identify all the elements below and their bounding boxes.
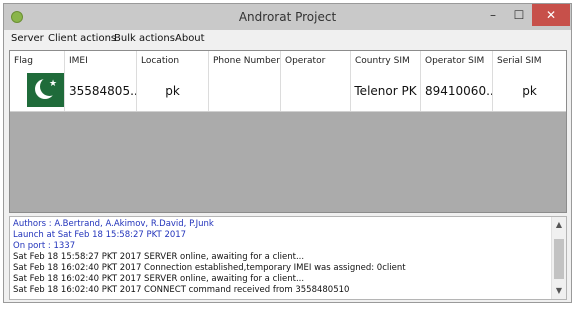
column-header-serial-sim[interactable]: Serial SIM (493, 51, 566, 71)
menu-bar: Server Client actions Bulk actions About (4, 30, 571, 48)
log-line: Sat Feb 18 16:02:40 PKT 2017 Connection … (13, 263, 406, 273)
scroll-thumb[interactable] (554, 239, 564, 279)
log-console[interactable]: Authors : A.Bertrand, A.Akimov, R.David,… (9, 216, 567, 300)
column-header-location[interactable]: Location (137, 51, 209, 71)
serial-sim-cell: pk (522, 84, 537, 98)
log-line: Authors : A.Bertrand, A.Akimov, R.David,… (13, 219, 214, 229)
column-header-country-sim[interactable]: Country SIM (351, 51, 421, 71)
log-line: Launch at Sat Feb 18 15:58:27 PKT 2017 (13, 230, 187, 240)
column-header-operator-sim[interactable]: Operator SIM (421, 51, 493, 71)
location-cell: pk (137, 71, 209, 111)
pakistan-flag-icon: ★ (16, 73, 64, 107)
operator-sim-cell: 89410060... (421, 71, 493, 111)
scroll-up-arrow-icon[interactable]: ▲ (552, 219, 566, 231)
imei-cell: 35584805... (65, 71, 137, 111)
clients-table[interactable]: Flag IMEI Location Phone Number Operator… (9, 50, 567, 213)
title-bar[interactable]: Androrat Project – ☐ ✕ (4, 4, 571, 30)
log-line: Sat Feb 18 16:02:40 PKT 2017 SERVER onli… (13, 274, 305, 284)
menu-bulk-actions[interactable]: Bulk actions (114, 33, 175, 44)
app-window: Androrat Project – ☐ ✕ Server Client act… (3, 3, 572, 303)
flag-cell: ★ (10, 71, 65, 111)
column-header-imei[interactable]: IMEI (65, 51, 137, 71)
column-header-operator[interactable]: Operator (281, 51, 351, 71)
table-row[interactable]: ★ 35584805... pk Telenor PK 89410060... … (10, 71, 566, 112)
menu-server[interactable]: Server (11, 33, 44, 44)
minimize-button[interactable]: – (480, 4, 506, 26)
log-line: On port : 1337 (13, 241, 76, 251)
log-scrollbar[interactable]: ▲ ▼ (551, 217, 566, 299)
close-button[interactable]: ✕ (532, 4, 570, 26)
maximize-button[interactable]: ☐ (506, 4, 532, 26)
log-line: Sat Feb 18 15:58:27 PKT 2017 SERVER onli… (13, 252, 305, 262)
country-sim-cell: Telenor PK (351, 71, 421, 111)
phone-number-cell (209, 71, 281, 111)
table-header: Flag IMEI Location Phone Number Operator… (10, 51, 566, 72)
menu-client-actions[interactable]: Client actions (48, 33, 116, 44)
column-header-flag[interactable]: Flag (10, 51, 65, 71)
scroll-down-arrow-icon[interactable]: ▼ (552, 285, 566, 297)
column-header-phone-number[interactable]: Phone Number (209, 51, 281, 71)
log-line: Sat Feb 18 16:02:40 PKT 2017 CONNECT com… (13, 285, 350, 295)
operator-cell (281, 71, 351, 111)
menu-about[interactable]: About (175, 33, 205, 44)
